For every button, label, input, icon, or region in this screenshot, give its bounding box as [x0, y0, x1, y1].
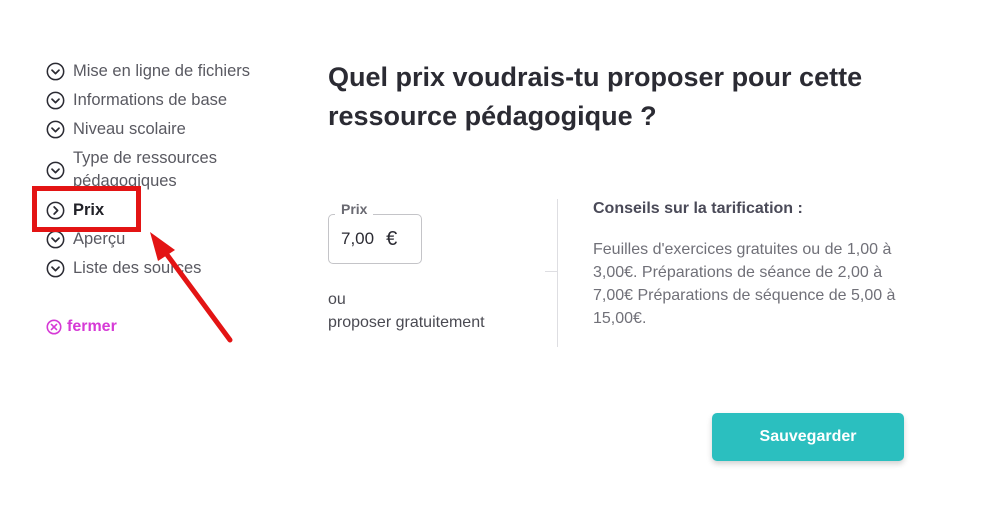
price-field-label: Prix	[335, 201, 374, 217]
save-button[interactable]: Sauvegarder	[712, 413, 904, 461]
sidebar-step-label: Informations de base	[73, 91, 228, 109]
offer-free-link[interactable]: proposer gratuitement	[328, 314, 485, 332]
check-circle-icon	[46, 91, 65, 110]
sidebar-step-basic-info[interactable]: Informations de base	[46, 89, 283, 112]
close-link[interactable]: fermer	[46, 318, 117, 336]
check-circle-icon	[46, 120, 65, 139]
sidebar-step-label: Niveau scolaire	[73, 120, 186, 138]
check-circle-icon	[46, 161, 65, 180]
or-label: ou	[328, 291, 346, 308]
annotation-highlight-box	[32, 186, 141, 232]
check-circle-icon	[46, 62, 65, 81]
check-circle-icon	[46, 259, 65, 278]
sidebar-step-sources[interactable]: Liste des sources	[46, 257, 283, 280]
divider-tick	[545, 271, 557, 272]
close-label: fermer	[67, 318, 117, 335]
price-input[interactable]: 7,00 €	[328, 214, 422, 264]
price-value: 7,00	[341, 229, 375, 248]
close-circle-icon	[46, 319, 62, 335]
currency-symbol: €	[386, 227, 398, 250]
page-title: Quel prix voudrais-tu proposer pour cett…	[328, 62, 863, 131]
check-circle-icon	[46, 230, 65, 249]
sidebar-step-label: Liste des sources	[73, 259, 202, 277]
pricing-tips-text: Feuilles d'exercices gratuites ou de 1,0…	[593, 241, 896, 327]
sidebar-step-label: Mise en ligne de fichiers	[73, 62, 251, 80]
sidebar-step-school-level[interactable]: Niveau scolaire	[46, 118, 283, 141]
section-divider	[557, 199, 558, 347]
pricing-tips-title: Conseils sur la tarification :	[593, 200, 803, 217]
sidebar-step-upload[interactable]: Mise en ligne de fichiers	[46, 60, 283, 83]
